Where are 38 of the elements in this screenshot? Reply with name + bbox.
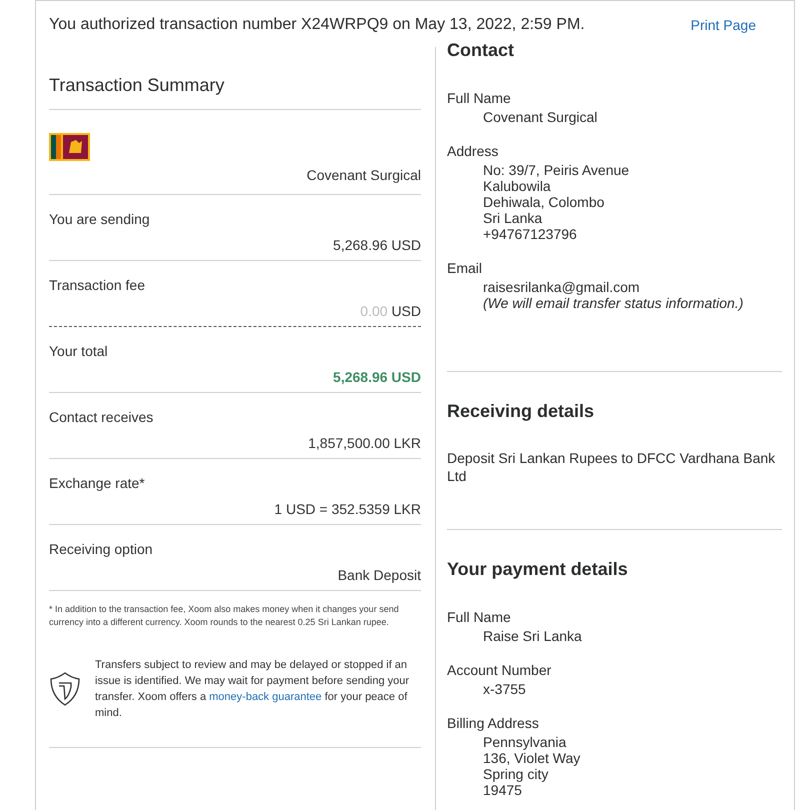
fee-value: 0.00 USD bbox=[359, 302, 421, 321]
row-label: Contact receives bbox=[49, 408, 154, 427]
section-title: Contact bbox=[447, 39, 515, 62]
header-title: You authorized transaction number X24WRPQ9 on May 13, 2022, 2:59 PM. bbox=[49, 15, 585, 35]
total-value: 5,268.96 USD bbox=[332, 368, 421, 387]
row-value: 5,268.96 USD bbox=[332, 236, 421, 255]
field-value: Pennsylvania 136, Violet Way Spring city 19475 bbox=[482, 734, 582, 798]
row-label: Receiving option bbox=[49, 540, 154, 559]
field-label: Address bbox=[447, 142, 500, 161]
row-label: You are sending bbox=[49, 210, 151, 229]
field-value: Covenant Surgical bbox=[482, 109, 598, 125]
row-label: Exchange rate* bbox=[49, 474, 146, 493]
field-value: Raise Sri Lanka bbox=[482, 628, 583, 644]
field-label: Full Name bbox=[447, 89, 512, 108]
field-label: Billing Address bbox=[447, 714, 540, 733]
recipient-name: Covenant Surgical bbox=[306, 166, 421, 185]
row-label: Your total bbox=[49, 342, 109, 361]
field-note: (We will email transfer status information.) bbox=[482, 295, 744, 311]
section-text: Deposit Sri Lankan Rupees to DFCC Vardhana Bank Ltd bbox=[447, 449, 776, 485]
flag-icon bbox=[49, 133, 90, 161]
footnote: * In addition to the transaction fee, Xoom also makes money when it changes your send currency into a different currency. Xoom rounds to the nearest 0.25 Sri Lankan rupee. bbox=[49, 603, 400, 629]
field-label: Account Number bbox=[447, 661, 552, 680]
field-value: raisesrilanka@gmail.com bbox=[482, 279, 641, 295]
guarantee-text: Transfers subject to review and may be delayed or stopped if an issue is identified. We may wait for payment before sending your transfer. Xoom offers a money-back guarantee for your peace of mind. bbox=[94, 658, 410, 721]
row-label: Transaction fee bbox=[49, 276, 146, 295]
section-title: Receiving details bbox=[447, 400, 596, 423]
money-back-guarantee-link[interactable]: money-back guarantee bbox=[209, 691, 322, 703]
field-label: Full Name bbox=[447, 608, 512, 627]
field-label: Email bbox=[447, 259, 484, 278]
print-page-link[interactable]: Print Page bbox=[690, 15, 756, 36]
row-value: Bank Deposit bbox=[336, 566, 421, 585]
field-value: No: 39/7, Peiris Avenue Kalubowila Dehiwala, Colombo Sri Lanka +94767123796 bbox=[482, 162, 630, 242]
summary-title: Transaction Summary bbox=[49, 47, 421, 110]
section-title: Your payment details bbox=[447, 558, 629, 581]
row-value: 1,857,500.00 LKR bbox=[307, 434, 421, 453]
shield-icon bbox=[49, 672, 81, 706]
row-value: 1 USD = 352.5359 LKR bbox=[273, 500, 421, 519]
field-value: x-3755 bbox=[482, 681, 527, 697]
